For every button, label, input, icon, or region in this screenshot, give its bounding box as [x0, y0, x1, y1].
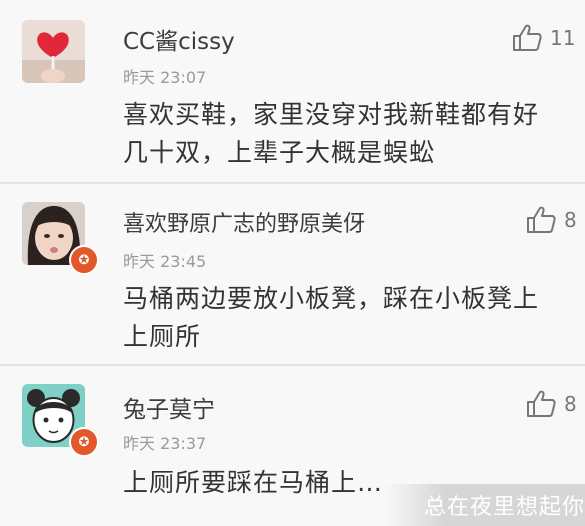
comment-text: 马桶两边要放小板凳，踩在小板凳上上厕所 [123, 284, 540, 351]
comment-username[interactable]: 兔子莫宁 [123, 390, 215, 424]
like-button[interactable]: 8 [526, 206, 577, 234]
like-count: 8 [564, 392, 577, 416]
comment-text: 喜欢买鞋，家里没穿对我新鞋都有好几十双，上辈子大概是蜈蚣 [123, 100, 540, 167]
like-button[interactable]: 8 [526, 390, 577, 418]
star-badge-icon: ✪ [69, 427, 99, 457]
thumbs-up-icon [513, 24, 542, 51]
like-count: 8 [564, 208, 577, 232]
star-badge-icon: ✪ [69, 245, 99, 275]
avatar[interactable] [22, 20, 85, 83]
comment-item: ✪ 喜欢野原广志的野原美伢 昨天 23:45 马桶两边要放小板凳，踩在小板凳上上… [0, 184, 585, 364]
comment-time: 昨天 23:37 [123, 434, 207, 453]
comment-time: 昨天 23:07 [123, 68, 207, 87]
like-button[interactable]: 11 [512, 24, 575, 52]
comment-item: CC酱cissy 昨天 23:07 喜欢买鞋，家里没穿对我新鞋都有好几十双，上辈… [0, 0, 585, 182]
like-count: 11 [550, 26, 576, 50]
heart-lollipop-icon [22, 20, 85, 83]
thumbs-up-icon [527, 390, 556, 417]
watermark: 总在夜里想起你 [423, 495, 585, 520]
comment-username[interactable]: CC酱cissy [123, 22, 235, 56]
comment-username[interactable]: 喜欢野原广志的野原美伢 [123, 206, 365, 238]
comment-time: 昨天 23:45 [123, 252, 207, 271]
thumbs-up-icon [527, 206, 556, 233]
